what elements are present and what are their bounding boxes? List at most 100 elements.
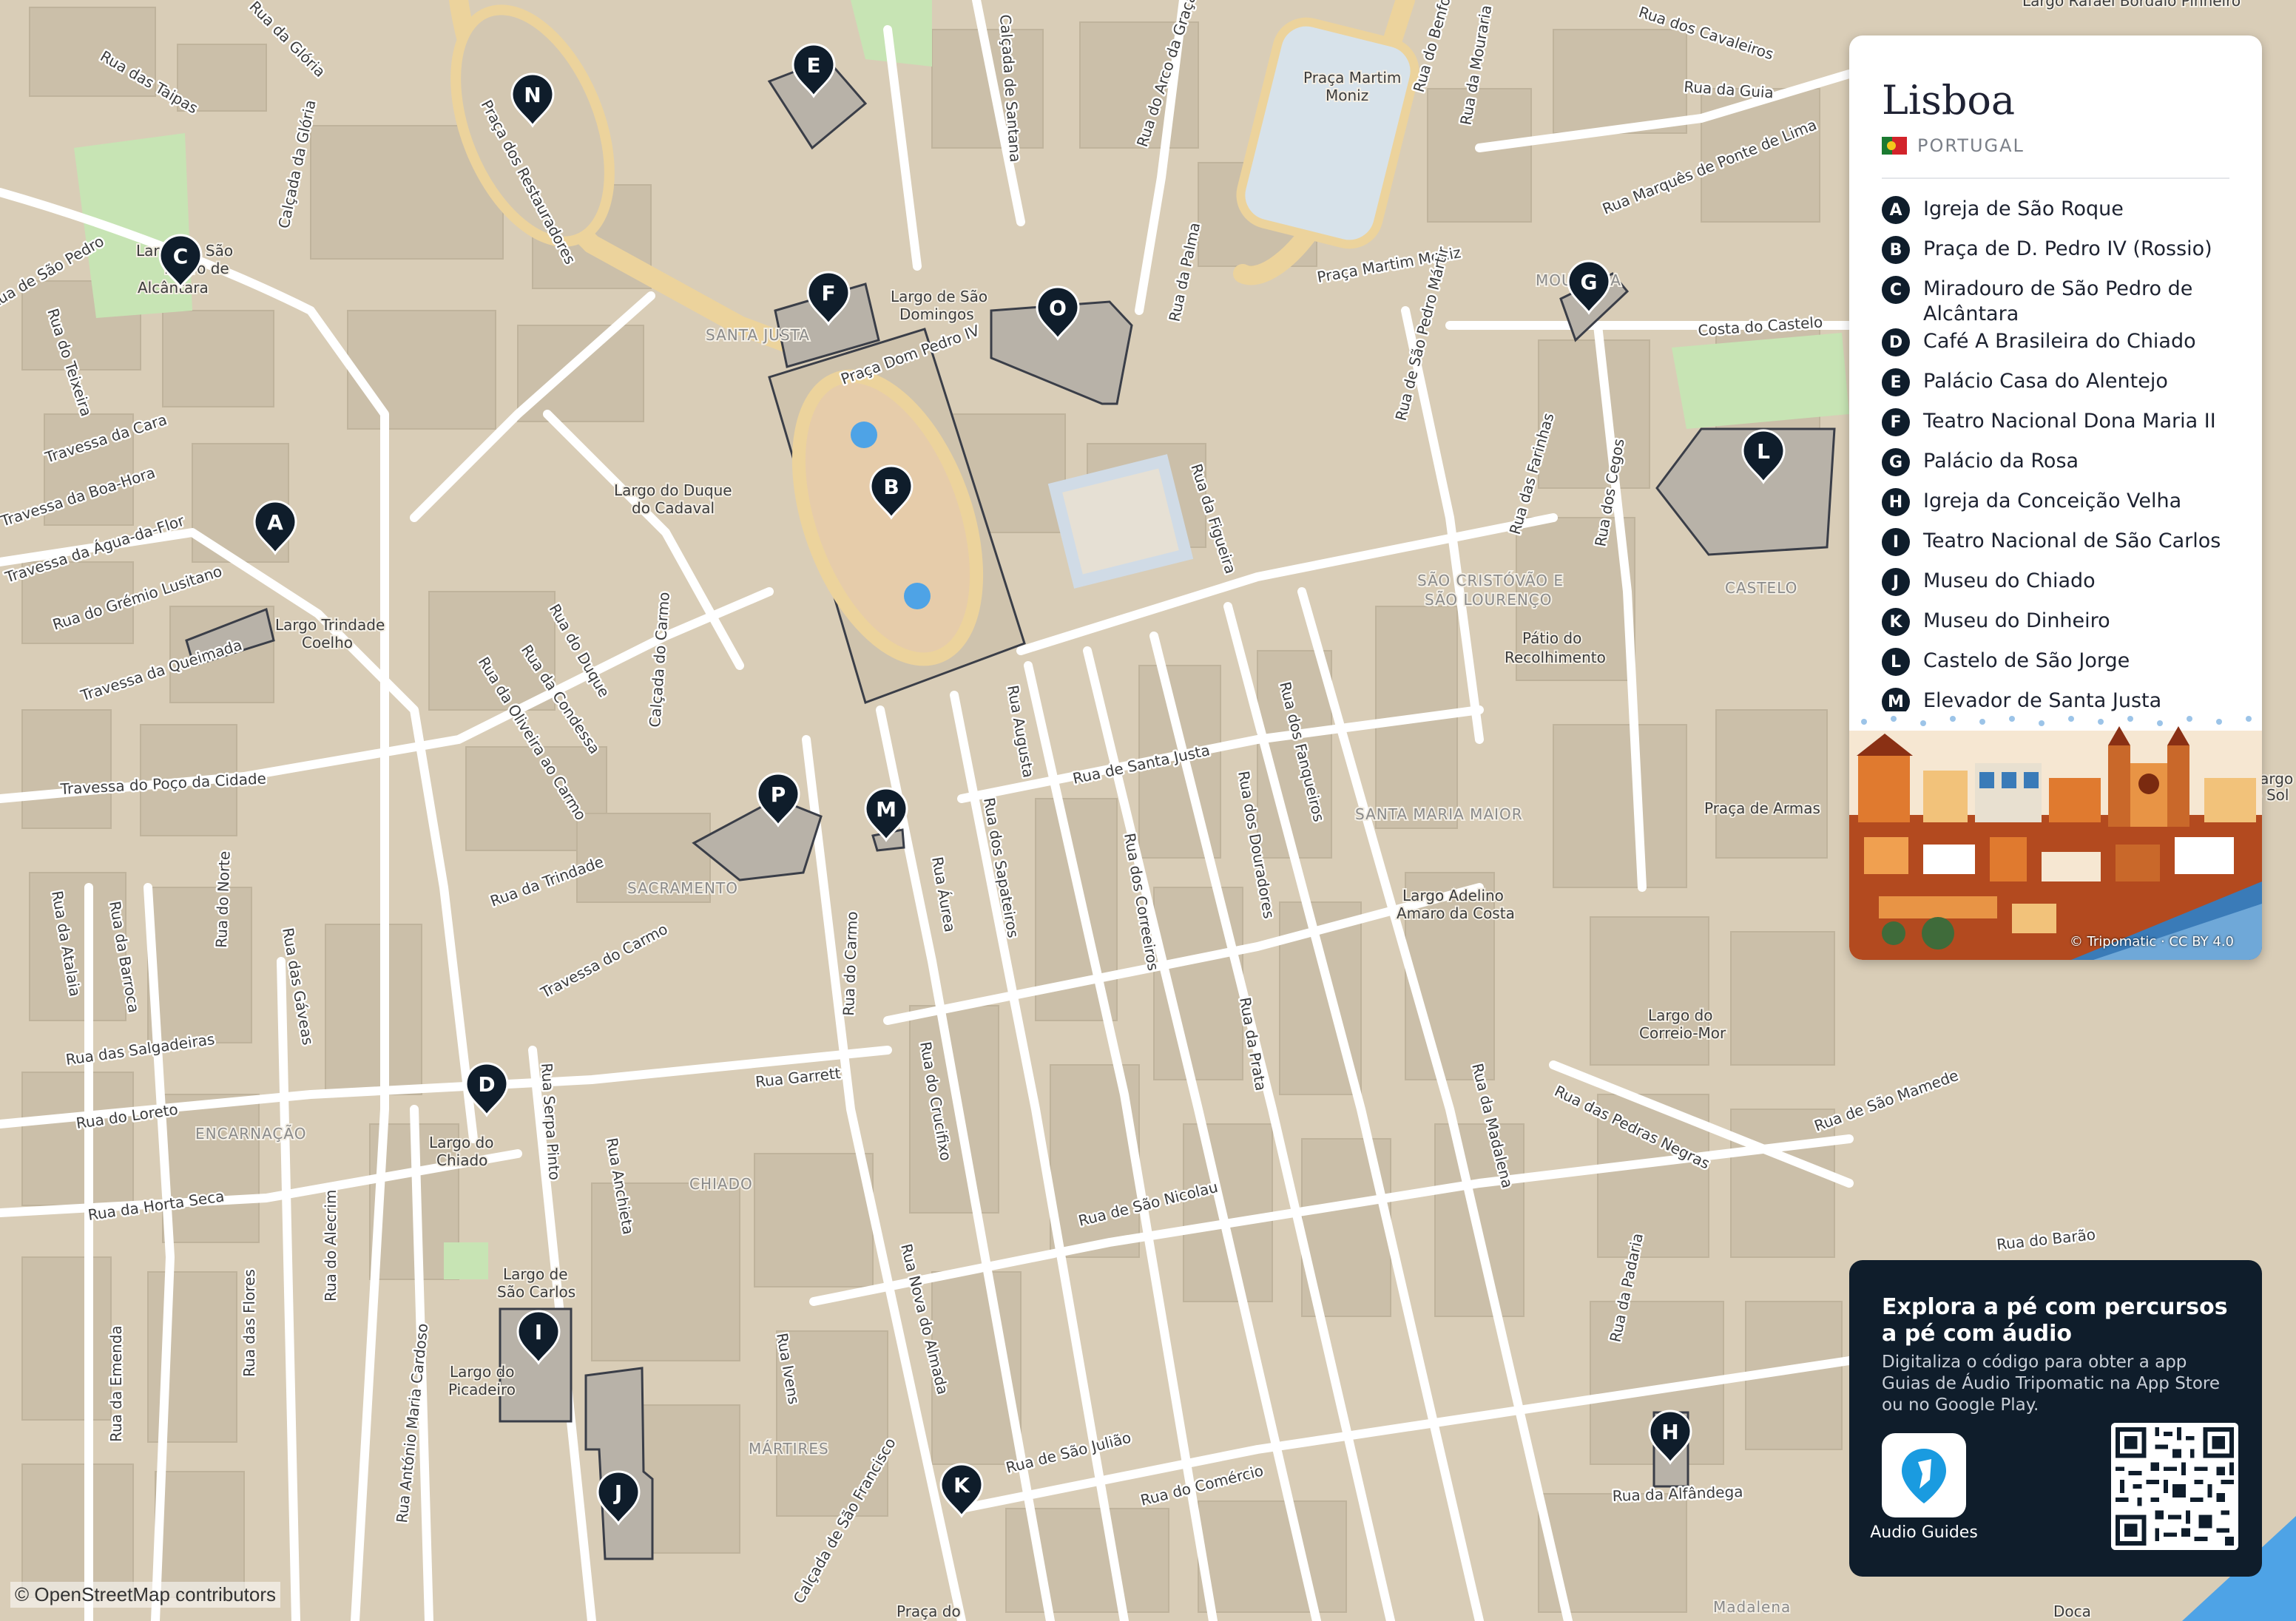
poi-name: Elevador de Santa Justa [1923,689,2162,712]
poi-name: Teatro Nacional Dona Maria II [1923,410,2216,433]
map-pin-letter: H [1661,1420,1678,1444]
map-pin-letter: M [876,797,897,822]
area-label-sao-lourenco: SÃO LOURENÇO [1425,591,1553,609]
place-label: Largo de [503,1265,568,1283]
info-panel: Lisboa PORTUGAL A Igreja de São Roque B Pra… [1849,35,2262,960]
poi-letter-badge: H [1882,488,1910,516]
promo-title: Explora a pé com percursos a pé com áudi… [1882,1294,2228,1347]
poi-name: Igreja de São Roque [1923,197,2124,220]
area-label-sao-cristovao: SÃO CRISTÓVÃO E [1417,572,1564,589]
poi-letter-badge: K [1882,608,1910,636]
place-label: Chiado [436,1151,487,1169]
poi-item[interactable]: J Museu do Chiado [1882,566,2237,606]
place-label: Largo Rafael Bordalo Pinheiro [2022,0,2241,10]
area-label-castelo: CASTELO [1725,579,1797,597]
map-pin-letter: A [267,510,283,535]
place-label: Largo do Duque [614,481,732,499]
poi-item[interactable]: A Igreja de São Roque [1882,194,2237,234]
poi-name: Teatro Nacional de São Carlos [1923,529,2221,552]
poi-letter-badge: B [1882,236,1910,264]
poi-letter-badge: F [1882,408,1910,436]
qr-code[interactable] [2111,1423,2238,1550]
country-row: PORTUGAL [1882,135,2025,156]
map-pin-letter: L [1757,439,1770,464]
poi-item[interactable]: K Museu do Dinheiro [1882,606,2237,646]
poi-name: Miradouro de São Pedro de Alcântara [1923,277,2193,325]
poi-item[interactable]: D Café A Brasileira do Chiado [1882,327,2237,367]
road-label: Rua do Norte [212,850,234,948]
audio-guides-app-icon[interactable] [1882,1433,1966,1517]
map-attribution[interactable]: © OpenStreetMap contributors [10,1582,280,1608]
map-pin-letter: B [883,475,899,499]
poi-item[interactable]: L Castelo de São Jorge [1882,646,2237,686]
poi-item[interactable]: B Praça de D. Pedro IV (Rossio) [1882,234,2237,274]
place-label: Largo do [450,1363,515,1381]
city-title: Lisboa [1882,77,2016,123]
poi-letter-badge: C [1882,276,1910,304]
place-label: Correio-Mor [1639,1024,1726,1042]
map-pin-letter: O [1049,296,1067,320]
country-name: PORTUGAL [1917,135,2025,156]
poi-item[interactable]: I Teatro Nacional de São Carlos [1882,527,2237,566]
poi-item[interactable]: G Palácio da Rosa [1882,447,2237,487]
map-pin-letter: I [535,1320,542,1344]
poi-name: Palácio Casa do Alentejo [1923,370,2168,393]
rossio-fountain-north [851,422,877,448]
area-label-chiado: CHIADO [689,1175,753,1193]
map-pin-letter: C [173,244,189,268]
lisbon-illustration [1849,711,2262,960]
road-label: Rua das Flores [240,1269,258,1377]
poi-name: Palácio da Rosa [1923,450,2079,473]
place-label: Recolhimento [1505,649,1606,666]
poi-name: Café A Brasileira do Chiado [1923,330,2196,353]
place-label: Largo do [1648,1006,1713,1024]
poi-name: Castelo de São Jorge [1923,649,2130,672]
map-pin-letter: E [806,53,820,78]
map-pin-letter: K [953,1473,970,1498]
poi-item[interactable]: E Palácio Casa do Alentejo [1882,367,2237,407]
poi-name: Museu do Dinheiro [1923,609,2110,632]
map-pin-letter: J [613,1480,622,1505]
poi-letter-badge: D [1882,328,1910,356]
map-pin-letter: D [478,1072,495,1097]
app-label[interactable]: Audio Guides [1868,1523,1979,1542]
poi-letter-badge: G [1882,448,1910,476]
poi-name: Igreja da Conceição Velha [1923,490,2182,512]
poi-item[interactable]: H Igreja da Conceição Velha [1882,487,2237,527]
audio-guide-promo: Explora a pé com percursos a pé com áudi… [1849,1260,2262,1577]
illustration-credit[interactable]: © Tripomatic · CC BY 4.0 [2070,934,2234,950]
area-label-santa-justa: SANTA JUSTA [706,326,810,344]
poi-letter-badge: E [1882,368,1910,396]
poi-letter-badge: J [1882,568,1910,596]
figueira-square [1047,454,1194,589]
place-label: Picadeiro [448,1381,516,1398]
area-label-sacramento: SACRAMENTO [627,879,738,897]
road-label: Rua do Carmo [840,911,861,1016]
poi-name: Praça de D. Pedro IV (Rossio) [1923,237,2212,260]
area-label-santa-maria-maior: SANTA MARIA MAIOR [1355,805,1523,823]
road-label: Rua da Emenda [107,1325,125,1442]
place-label: Coelho [302,634,353,652]
place-label: Largo Adelino [1402,887,1504,904]
place-label: Doca [2053,1603,2091,1620]
poi-item[interactable]: C Miradouro de São Pedro de Alcântara [1882,274,2237,327]
place-label: Praça do [897,1603,961,1620]
poi-item[interactable]: F Teatro Nacional Dona Maria II [1882,407,2237,447]
location-pin-icon [1902,1449,1946,1503]
place-label: Amaro da Costa [1397,904,1515,922]
place-label: Largo de São [891,288,987,305]
place-label: Praça de Armas [1704,799,1820,817]
place-label: Alcântara [138,279,209,297]
place-label: São Carlos [497,1283,575,1301]
road-label: Rua do Alecrim [322,1190,340,1302]
area-label-martires: MÁRTIRES [749,1440,829,1458]
portugal-flag-icon [1882,137,1907,155]
poi-name: Museu do Chiado [1923,569,2096,592]
place-label: do Cadaval [632,499,715,517]
map-pin-letter: F [821,281,835,305]
place-label: Largo do [429,1134,494,1151]
poi-letter-badge: I [1882,528,1910,556]
place-label: Pátio do [1522,629,1581,647]
promo-description: Digitaliza o código para obter a app Gui… [1882,1353,2220,1415]
place-label: Praça Martim [1303,69,1401,87]
